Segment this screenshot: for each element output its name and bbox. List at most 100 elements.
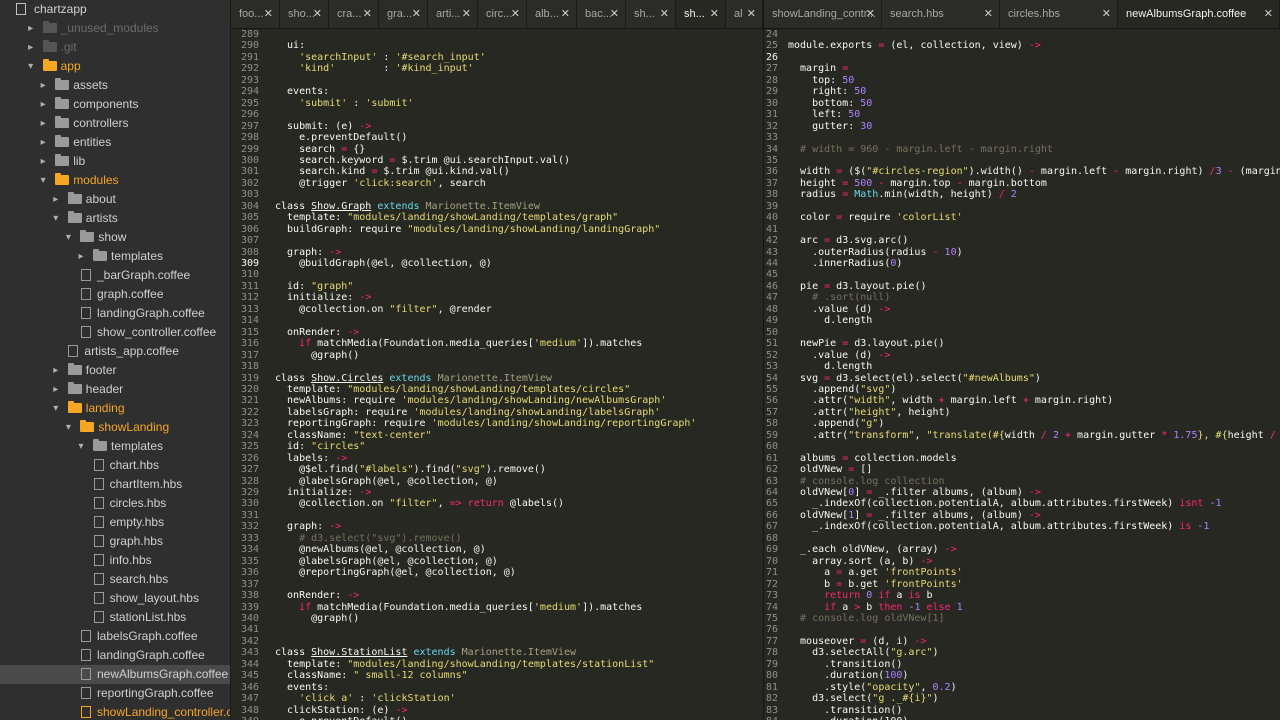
file-tree-item[interactable]: _barGraph.coffee bbox=[0, 266, 230, 285]
editor-tab[interactable]: sh... ✕ bbox=[676, 0, 726, 28]
folder-tree-item[interactable]: ▸ .git bbox=[0, 38, 230, 57]
code-line[interactable]: @buildGraph(@el, @collection, @) bbox=[275, 258, 492, 269]
editor-tab[interactable]: al ✕ bbox=[726, 0, 763, 28]
chevron-right-icon[interactable]: ▸ bbox=[75, 247, 87, 266]
file-tree-item[interactable]: artists_app.coffee bbox=[0, 342, 230, 361]
editor-tab[interactable]: alb... ✕ bbox=[527, 0, 577, 28]
code-line[interactable]: reportingGraph: require 'modules/landing… bbox=[275, 418, 696, 429]
code-line[interactable]: svg = d3.select(el).select("#newAlbums") bbox=[788, 373, 1041, 384]
editor-tab[interactable]: gra... ✕ bbox=[379, 0, 428, 28]
code-line[interactable]: color = require 'colorList' bbox=[788, 212, 963, 223]
code-line[interactable]: oldVNew[1] = _.filter albums, (album) -> bbox=[788, 510, 1041, 521]
folder-tree-item[interactable]: ▸ entities bbox=[0, 133, 230, 152]
code-line[interactable]: 'submit' : 'submit' bbox=[275, 98, 413, 109]
file-tree-item[interactable]: landingGraph.coffee bbox=[0, 646, 230, 665]
code-line[interactable]: @collection.on "filter", @render bbox=[275, 304, 492, 315]
file-tree-item[interactable]: show_layout.hbs bbox=[0, 589, 230, 608]
code-line[interactable]: .duration(100) bbox=[788, 716, 908, 720]
code-line[interactable]: initialize: -> bbox=[275, 292, 371, 303]
code-line[interactable]: graph: -> bbox=[275, 521, 341, 532]
folder-tree-item[interactable]: ▸ footer bbox=[0, 361, 230, 380]
code-line[interactable]: onRender: -> bbox=[275, 327, 359, 338]
code-line[interactable]: oldVNew[0] = _.filter albums, (album) -> bbox=[788, 487, 1041, 498]
code-line[interactable]: className: "text-center" bbox=[275, 430, 432, 441]
chevron-down-icon[interactable]: ▾ bbox=[62, 418, 74, 437]
close-tab-icon[interactable]: ✕ bbox=[313, 0, 322, 28]
chevron-right-icon[interactable]: ▸ bbox=[37, 76, 49, 95]
folder-tree-item[interactable]: ▸ _unused_modules bbox=[0, 19, 230, 38]
code-line[interactable]: labels: -> bbox=[275, 453, 347, 464]
code-line[interactable]: className: " small-12 columns" bbox=[275, 670, 468, 681]
folder-tree-item[interactable]: ▾ show bbox=[0, 228, 230, 247]
code-line[interactable]: @labelsGraph(@el, @collection, @) bbox=[275, 476, 498, 487]
file-tree-item[interactable]: landingGraph.coffee bbox=[0, 304, 230, 323]
folder-tree-item[interactable]: ▸ lib bbox=[0, 152, 230, 171]
file-tree-item[interactable]: stationList.hbs bbox=[0, 608, 230, 627]
file-tree-item[interactable]: show_controller.coffee bbox=[0, 323, 230, 342]
code-line[interactable]: 'kind' : '#kind_input' bbox=[275, 63, 474, 74]
close-tab-icon[interactable]: ✕ bbox=[660, 0, 669, 28]
chevron-down-icon[interactable]: ▾ bbox=[37, 171, 49, 190]
code-line[interactable]: height = 500 - margin.top - margin.botto… bbox=[788, 178, 1047, 189]
folder-tree-item[interactable]: ▸ about bbox=[0, 190, 230, 209]
chevron-down-icon[interactable]: ▾ bbox=[50, 209, 62, 228]
code-line[interactable]: .value (d) -> bbox=[788, 304, 890, 315]
chevron-right-icon[interactable]: ▸ bbox=[37, 95, 49, 114]
code-line[interactable]: template: "modules/landing/showLanding/t… bbox=[275, 212, 618, 223]
code-line[interactable]: gutter: 30 bbox=[788, 121, 872, 132]
code-line[interactable]: ui: bbox=[275, 40, 305, 51]
code-line[interactable]: # console.log oldVNew[1] bbox=[788, 613, 945, 624]
code-line[interactable]: .append("g") bbox=[788, 418, 884, 429]
code-line[interactable]: d.length bbox=[788, 315, 872, 326]
close-tab-icon[interactable]: ✕ bbox=[710, 0, 719, 28]
code-line[interactable]: search = {} bbox=[275, 144, 365, 155]
file-tree-item[interactable]: graph.coffee bbox=[0, 285, 230, 304]
code-line[interactable]: if matchMedia(Foundation.media_queries['… bbox=[275, 602, 642, 613]
chevron-down-icon[interactable]: ▾ bbox=[25, 57, 37, 76]
file-tree-item[interactable]: showLanding_controller.coffee bbox=[0, 703, 230, 720]
code-line[interactable]: _.each oldVNew, (array) -> bbox=[788, 544, 957, 555]
close-tab-icon[interactable]: ✕ bbox=[561, 0, 570, 28]
code-line[interactable]: # d3.select("svg").remove() bbox=[275, 533, 462, 544]
code-line[interactable]: template: "modules/landing/showLanding/t… bbox=[275, 384, 630, 395]
close-tab-icon[interactable]: ✕ bbox=[412, 0, 421, 28]
folder-tree-item[interactable]: ▾ showLanding bbox=[0, 418, 230, 437]
file-tree-item[interactable]: labelsGraph.coffee bbox=[0, 627, 230, 646]
code-line[interactable]: class Show.Graph extends Marionette.Item… bbox=[275, 201, 540, 212]
code-line[interactable]: .innerRadius(0) bbox=[788, 258, 902, 269]
code-line[interactable]: array.sort (a, b) -> bbox=[788, 556, 932, 567]
chevron-down-icon[interactable]: ▾ bbox=[50, 399, 62, 418]
editor-tab[interactable]: sho... ✕ bbox=[280, 0, 329, 28]
code-line[interactable]: @labelsGraph(@el, @collection, @) bbox=[275, 556, 498, 567]
code-line[interactable]: .attr("transform", "translate(#{width / … bbox=[788, 430, 1280, 441]
file-tree-item[interactable]: circles.hbs bbox=[0, 494, 230, 513]
editor-tab[interactable]: sh... ✕ bbox=[626, 0, 676, 28]
chevron-right-icon[interactable]: ▸ bbox=[37, 133, 49, 152]
code-line[interactable]: .duration(100) bbox=[788, 670, 908, 681]
chevron-right-icon[interactable]: ▸ bbox=[25, 19, 37, 38]
code-line[interactable]: search.kind = $.trim @ui.kind.val() bbox=[275, 166, 510, 177]
chevron-right-icon[interactable]: ▸ bbox=[50, 361, 62, 380]
close-tab-icon[interactable]: ✕ bbox=[747, 0, 756, 28]
code-line[interactable]: events: bbox=[275, 682, 329, 693]
code-line[interactable]: 'searchInput' : '#search_input' bbox=[275, 52, 486, 63]
code-line[interactable]: e.preventDefault() bbox=[275, 132, 407, 143]
code-line[interactable]: initialize: -> bbox=[275, 487, 371, 498]
code-line[interactable]: b = b.get 'frontPoints' bbox=[788, 579, 963, 590]
folder-tree-item[interactable]: ▸ assets bbox=[0, 76, 230, 95]
folder-tree-item[interactable]: ▸ templates bbox=[0, 247, 230, 266]
editor-tab[interactable]: circ... ✕ bbox=[478, 0, 527, 28]
editor-tab[interactable]: arti... ✕ bbox=[428, 0, 478, 28]
editor-tab[interactable]: showLanding_contr... ✕ bbox=[764, 0, 882, 28]
folder-tree-item[interactable]: ▸ controllers bbox=[0, 114, 230, 133]
code-line[interactable]: .attr("height", height) bbox=[788, 407, 951, 418]
code-line[interactable]: @reportingGraph(@el, @collection, @) bbox=[275, 567, 516, 578]
code-line[interactable]: .value (d) -> bbox=[788, 350, 890, 361]
folder-tree-item[interactable]: ▾ app bbox=[0, 57, 230, 76]
file-tree-item[interactable]: empty.hbs bbox=[0, 513, 230, 532]
folder-tree-item[interactable]: ▸ components bbox=[0, 95, 230, 114]
close-tab-icon[interactable]: ✕ bbox=[363, 0, 372, 28]
code-line[interactable]: .outerRadius(radius - 10) bbox=[788, 247, 963, 258]
code-line[interactable]: right: 50 bbox=[788, 86, 866, 97]
editor-tab[interactable]: foo... ✕ bbox=[231, 0, 280, 28]
